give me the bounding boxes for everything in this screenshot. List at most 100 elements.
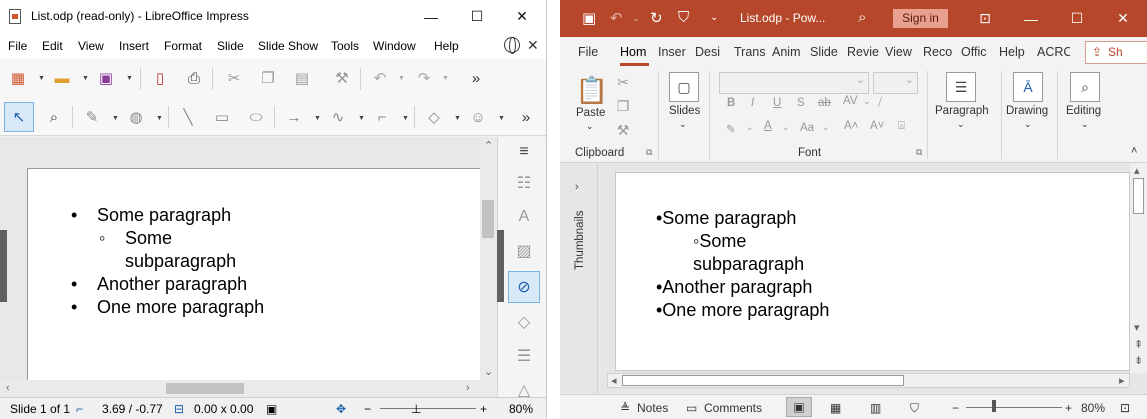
chevron-down-icon[interactable]: ⌄	[632, 13, 640, 24]
scroll-thumb[interactable]	[1133, 178, 1144, 214]
connector-tool-icon[interactable]: ⌐	[372, 107, 392, 127]
zoom-in-icon[interactable]: +	[1065, 401, 1072, 415]
tab-home[interactable]: Hom	[620, 45, 650, 59]
font-name-combo[interactable]	[719, 72, 869, 94]
chevron-down-icon[interactable]: ▼	[314, 115, 321, 122]
cut-icon[interactable]: ✂	[224, 68, 244, 88]
zoom-level[interactable]: 80%	[1081, 401, 1105, 415]
expand-thumbnails-icon[interactable]: ›	[575, 181, 579, 193]
zoom-out-icon[interactable]: −	[364, 402, 371, 416]
ribbon-display-icon[interactable]: ⊡	[962, 0, 1008, 37]
menu-edit[interactable]: Edit	[42, 39, 63, 53]
tab-file[interactable]: File	[578, 45, 604, 59]
tab-review[interactable]: Revie	[847, 45, 879, 59]
clipboard-paste-icon[interactable]: 📋	[576, 73, 608, 107]
lo-horizontal-scrollbar[interactable]: ‹ ›	[0, 380, 497, 397]
scroll-down-icon[interactable]: ⌄	[484, 365, 493, 378]
format-painter-icon[interactable]: ⚒	[614, 121, 632, 139]
chevron-down-icon[interactable]: ▼	[126, 75, 133, 82]
line-color-icon[interactable]: ✎	[82, 107, 102, 127]
chevron-down-icon[interactable]: ▼	[402, 115, 409, 122]
highlight-icon[interactable]: ✎	[726, 122, 736, 136]
scroll-up-icon[interactable]: ⌃	[484, 139, 493, 152]
gallery-icon[interactable]: ▨	[512, 239, 536, 263]
share-button[interactable]: ⇪ Sh	[1085, 41, 1147, 64]
export-pdf-icon[interactable]: ▯	[150, 68, 170, 88]
close-document-icon[interactable]: ✕	[527, 37, 539, 54]
shadow-icon[interactable]: S	[797, 97, 805, 109]
more-options-icon[interactable]: »	[466, 68, 486, 88]
pp-horizontal-scrollbar[interactable]: ◂ ▸	[607, 373, 1130, 388]
text-effects-icon[interactable]: ⍓	[898, 120, 905, 133]
menu-help[interactable]: Help	[434, 39, 459, 53]
chevron-down-icon[interactable]: ⌄	[1081, 119, 1089, 130]
tab-view[interactable]: View	[885, 45, 915, 59]
chevron-down-icon[interactable]: ⌄	[1024, 119, 1032, 130]
chevron-down-icon[interactable]: ▼	[358, 115, 365, 122]
properties-icon[interactable]: ☷	[512, 171, 536, 195]
chevron-down-icon[interactable]: ▼	[454, 115, 461, 122]
search-icon[interactable]: ⌕	[858, 9, 866, 26]
reading-view-icon[interactable]: ▥	[870, 401, 881, 415]
paste-button[interactable]: Paste	[576, 107, 605, 119]
pp-slide-canvas[interactable]: •Some paragraph ◦Some subparagraph •Anot…	[615, 172, 1130, 371]
chevron-down-icon[interactable]: ⌄	[746, 122, 754, 133]
paragraph-icon[interactable]: ☰	[946, 72, 976, 102]
sign-in-button[interactable]: Sign in	[893, 9, 948, 28]
slideshow-icon[interactable]: ⛉	[910, 401, 919, 416]
copy-icon[interactable]: ❐	[614, 97, 632, 115]
open-folder-icon[interactable]: ▬	[52, 68, 72, 88]
strikethrough-icon[interactable]: ab	[818, 97, 831, 109]
chevron-down-icon[interactable]: ▼	[82, 75, 89, 82]
previous-slide-icon[interactable]: ⇞	[1134, 338, 1143, 351]
find-icon[interactable]: ⌕	[1070, 72, 1100, 102]
normal-view-icon[interactable]: ▣	[786, 397, 812, 417]
rectangle-tool-icon[interactable]: ▭	[212, 107, 232, 127]
notes-icon[interactable]: ≜	[620, 401, 630, 415]
close-icon[interactable]: ✕	[1100, 0, 1146, 37]
minimize-icon[interactable]: —	[408, 0, 454, 33]
scroll-left-icon[interactable]: ◂	[611, 374, 617, 387]
tab-record[interactable]: Reco	[923, 45, 953, 59]
curve-tool-icon[interactable]: ∿	[328, 107, 348, 127]
zoom-slider-thumb[interactable]	[992, 400, 996, 412]
navigator-compass-icon[interactable]: ⊘	[512, 275, 536, 299]
menu-format[interactable]: Format	[164, 39, 202, 53]
menu-view[interactable]: View	[78, 39, 104, 53]
tab-slide-show[interactable]: Slide	[810, 45, 840, 59]
symbol-shapes-icon[interactable]: ☺	[468, 107, 488, 127]
dialog-launcher-icon[interactable]: ⧉	[646, 147, 652, 158]
zoom-pan-icon[interactable]: ⌕	[44, 107, 64, 127]
font-color-icon[interactable]: A	[764, 120, 772, 132]
font-size-combo[interactable]	[873, 72, 918, 94]
close-icon[interactable]: ✕	[499, 0, 545, 33]
comments-button[interactable]: Comments	[704, 401, 762, 415]
menu-tools[interactable]: Tools	[331, 39, 359, 53]
tab-transitions[interactable]: Trans	[734, 45, 766, 59]
scroll-left-icon[interactable]: ‹	[6, 382, 10, 394]
new-slide-icon[interactable]: ▢	[669, 72, 699, 102]
slides-button[interactable]: Slides	[669, 105, 700, 117]
chevron-down-icon[interactable]: ▼	[112, 115, 119, 122]
underline-icon[interactable]: U	[773, 97, 781, 109]
character-spacing-icon[interactable]: AV	[843, 95, 858, 107]
cut-icon[interactable]: ✂	[614, 73, 632, 91]
arrow-line-icon[interactable]: →	[284, 107, 304, 127]
chevron-down-icon[interactable]: ⌄	[863, 96, 871, 107]
decrease-font-icon[interactable]: A˅	[870, 120, 884, 132]
maximize-icon[interactable]: ☐	[1054, 0, 1100, 37]
customize-quick-access-icon[interactable]: ⌄	[710, 12, 718, 23]
select-arrow-icon[interactable]: ↖	[9, 107, 29, 127]
menu-file[interactable]: File	[8, 39, 27, 53]
slide-pane-toggle[interactable]	[0, 230, 7, 302]
tab-animations[interactable]: Anim	[772, 45, 806, 59]
globe-icon[interactable]	[504, 37, 520, 54]
chevron-down-icon[interactable]: ⌄	[782, 122, 790, 133]
chevron-down-icon[interactable]: ▼	[442, 75, 449, 82]
increase-font-icon[interactable]: A˄	[844, 120, 858, 132]
more-options-icon[interactable]: »	[516, 107, 536, 127]
tab-design[interactable]: Desi	[695, 45, 726, 59]
copy-icon[interactable]: ❐	[258, 68, 278, 88]
zoom-slider-thumb[interactable]: ⊥	[411, 402, 421, 416]
presentation-icon[interactable]: ⛉	[678, 9, 689, 26]
